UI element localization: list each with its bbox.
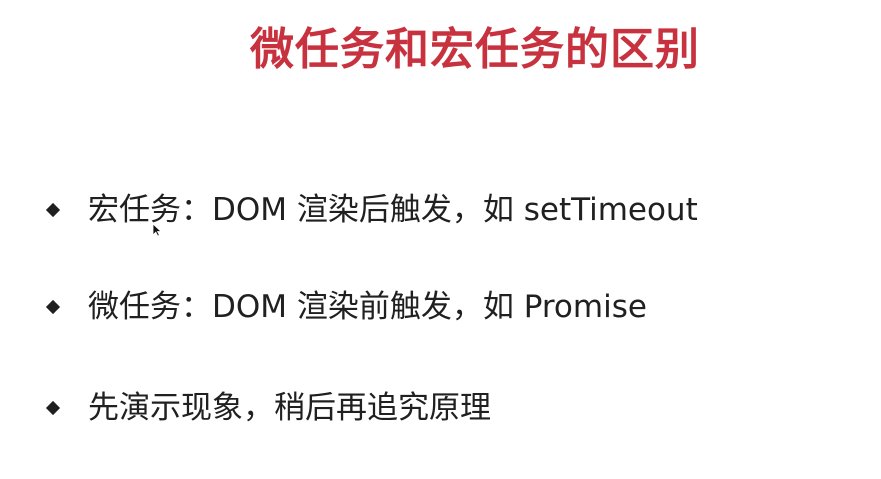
bullet-item-macrotask: 宏任务：DOM 渲染后触发，如 setTimeout <box>45 190 698 230</box>
bullet-item-microtask: 微任务：DOM 渲染前触发，如 Promise <box>45 287 647 327</box>
bullet-text: 宏任务：DOM 渲染后触发，如 setTimeout <box>88 192 698 228</box>
presentation-slide: 微任务和宏任务的区别 宏任务：DOM 渲染后触发，如 setTimeout 微任… <box>0 0 881 479</box>
diamond-bullet-icon <box>45 202 61 218</box>
bullet-text: 微任务：DOM 渲染前触发，如 Promise <box>88 289 647 325</box>
bullet-item-demo: 先演示现象，稍后再追究原理 <box>45 388 491 428</box>
mouse-pointer-icon <box>152 223 162 237</box>
bullet-list: 宏任务：DOM 渲染后触发，如 setTimeout 微任务：DOM 渲染前触发… <box>45 0 865 479</box>
diamond-bullet-icon <box>45 299 61 315</box>
bullet-text: 先演示现象，稍后再追究原理 <box>88 390 491 426</box>
diamond-bullet-icon <box>45 400 61 416</box>
